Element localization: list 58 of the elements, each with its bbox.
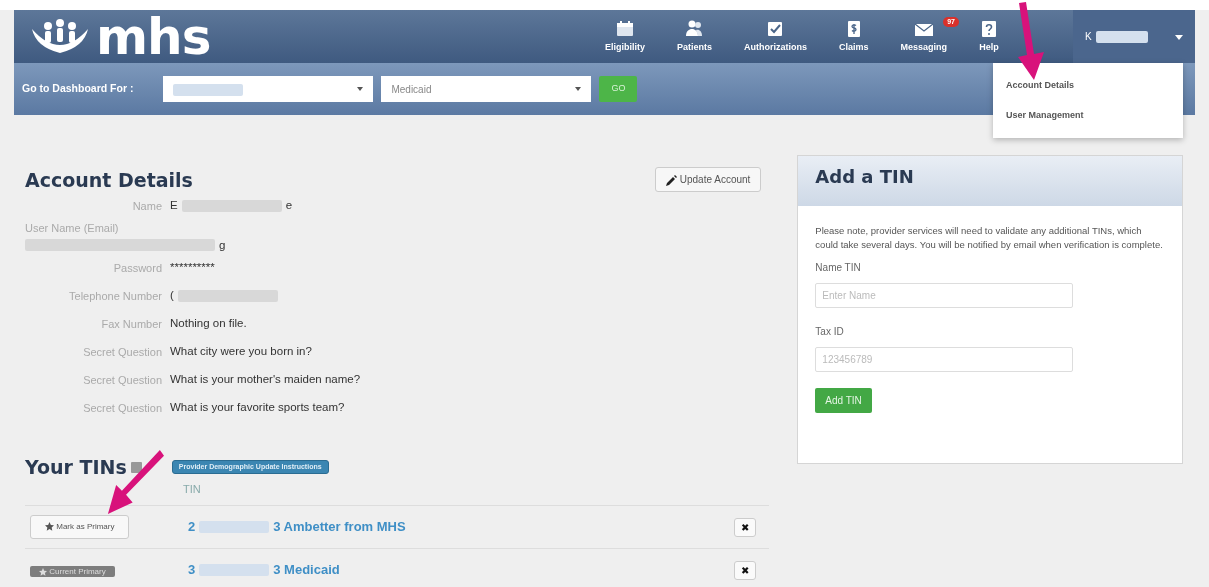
field-value: ( bbox=[170, 288, 174, 304]
section-title: Your TINs bbox=[25, 455, 127, 479]
field-value: ********** bbox=[170, 260, 215, 276]
field-value: e bbox=[285, 198, 293, 214]
menu-item[interactable]: User Management bbox=[993, 100, 1183, 130]
field-label: Name TIN bbox=[815, 260, 862, 275]
section-title: Account Details bbox=[25, 169, 193, 192]
tin-link[interactable]: 3 bbox=[188, 560, 196, 580]
calendar-icon bbox=[614, 18, 635, 39]
field-value: g bbox=[219, 237, 226, 253]
nav-item[interactable]: Patients bbox=[660, 18, 728, 55]
user-menu[interactable]: K bbox=[1073, 10, 1195, 63]
field-label: Secret Question bbox=[82, 372, 163, 388]
mark-primary-button[interactable]: Mark as Primary bbox=[30, 515, 130, 540]
nav-item[interactable]: Authorizations bbox=[727, 18, 823, 55]
pencil-icon bbox=[665, 174, 677, 186]
caret-icon bbox=[575, 87, 582, 91]
user-initial: K bbox=[1085, 30, 1092, 44]
panel-note: Please note, provider services will need to validate any additional TINs, which could take several days. You will be notified by email when verification is complete. bbox=[815, 224, 1164, 252]
nav-item[interactable]: Claims bbox=[822, 18, 885, 55]
input-field[interactable]: 123456789 bbox=[815, 346, 1074, 372]
field-label: Telephone Number bbox=[68, 288, 163, 304]
nav-item[interactable]: Help bbox=[963, 18, 1015, 55]
field-label: Secret Question bbox=[82, 400, 163, 416]
star-icon bbox=[45, 522, 54, 532]
field-label: Secret Question bbox=[82, 344, 163, 360]
panel-title: Add a TIN bbox=[815, 166, 915, 188]
update-account-button[interactable]: Update Account bbox=[654, 167, 762, 192]
dashboard-label: Go to Dashboard For : bbox=[22, 81, 134, 97]
caret-icon bbox=[1175, 34, 1183, 40]
select-field[interactable] bbox=[163, 76, 374, 102]
select-field[interactable]: Medicaid bbox=[381, 76, 592, 102]
field-value: Nothing on file. bbox=[170, 316, 247, 332]
column-header: TIN bbox=[183, 482, 201, 495]
field-label: User Name (Email) bbox=[25, 221, 120, 236]
field-label: Tax ID bbox=[815, 324, 845, 339]
people-icon bbox=[684, 18, 705, 39]
field-label: Fax Number bbox=[100, 316, 163, 332]
delete-button[interactable]: ✖ bbox=[734, 560, 757, 580]
caret-icon bbox=[357, 87, 364, 91]
field-label: Password bbox=[112, 260, 163, 276]
field-label: Name bbox=[131, 198, 163, 214]
current-primary-badge: Current Primary bbox=[30, 565, 115, 577]
input-field[interactable]: Enter Name bbox=[815, 282, 1074, 308]
help-icon bbox=[979, 18, 999, 39]
menu-item[interactable]: Account Details bbox=[993, 71, 1183, 101]
star-icon bbox=[39, 567, 47, 576]
redacted-mask bbox=[199, 521, 270, 534]
delete-button[interactable]: ✖ bbox=[734, 517, 757, 537]
logo-text: mhs bbox=[96, 11, 211, 62]
field-value: What is your mother's maiden name? bbox=[170, 372, 361, 388]
tin-link[interactable]: 3 Medicaid bbox=[273, 560, 340, 580]
field-value: What is your favorite sports team? bbox=[170, 400, 345, 416]
nav-item[interactable]: Eligibility bbox=[588, 18, 661, 55]
redacted-mask bbox=[199, 564, 270, 577]
field-value: E bbox=[170, 198, 178, 214]
field-value: What city were you born in? bbox=[170, 344, 312, 360]
redacted-mask bbox=[1095, 30, 1148, 43]
